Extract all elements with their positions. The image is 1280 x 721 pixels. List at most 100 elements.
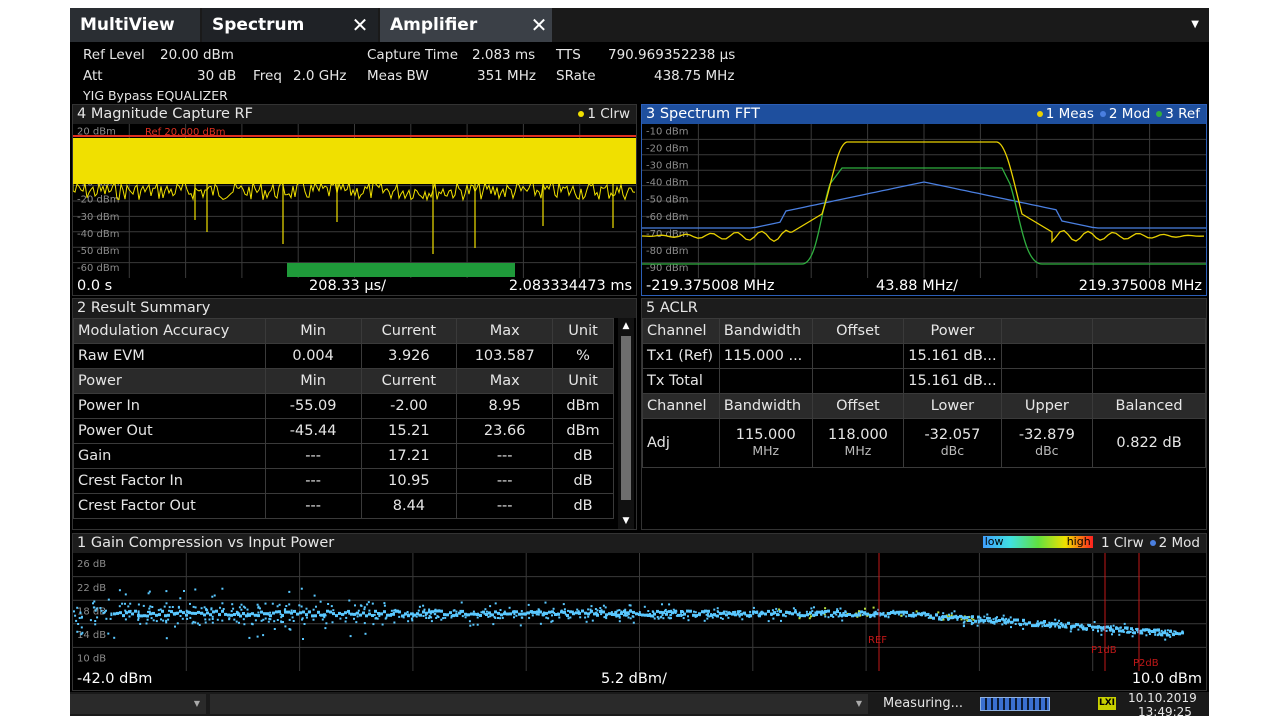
table-cell: 15.161 dB... [903, 343, 1002, 369]
scatter-point [515, 614, 518, 617]
status-dropdown-left[interactable]: ▼ [70, 694, 206, 714]
scatter-point [221, 587, 224, 590]
scatter-point [278, 603, 281, 606]
table-row[interactable]: Tx1 (Ref) 115.000 ... 15.161 dB... [642, 343, 1206, 369]
fft-grid [642, 124, 1206, 278]
close-amplifier-tab-icon[interactable]: ✕ [525, 8, 553, 42]
magnitude-plot[interactable]: 20 dBm10 dBm0 dBm-10 dBm-20 dBm-30 dBm-4… [73, 124, 636, 278]
result-summary-scrollbar[interactable]: ▲ ▼ [618, 318, 634, 529]
scatter-point [398, 615, 401, 618]
close-spectrum-tab-icon[interactable]: ✕ [346, 8, 374, 42]
srate-value: 438.75 MHz [654, 68, 735, 84]
table-row[interactable]: Crest Factor Out --- 8.44 --- dB [73, 493, 614, 519]
scatter-point [1164, 638, 1167, 641]
header-cell [1092, 318, 1206, 344]
table-row[interactable]: Gain --- 17.21 --- dB [73, 443, 614, 469]
scatter-point [254, 619, 257, 622]
scatter-point [1010, 620, 1013, 624]
scroll-up-icon[interactable]: ▲ [618, 318, 634, 334]
gain-compression-panel[interactable]: 1 Gain Compression vs Input Power low hi… [72, 533, 1207, 691]
fft-x-axis: -219.375008 MHz 43.88 MHz/ 219.375008 MH… [642, 278, 1206, 295]
scatter-point [416, 612, 419, 616]
scatter-point [157, 609, 160, 612]
scatter-point [1172, 633, 1175, 637]
header-cell: Unit [552, 368, 614, 394]
scatter-point [208, 618, 211, 621]
scatter-point [383, 602, 386, 605]
gain-markers[interactable]: REF P1dB P2dB [868, 553, 1159, 671]
gain-compression-plot[interactable]: 26 dB22 dB18 dB14 dB10 dB REF P1dB P2dB [73, 553, 1206, 671]
scatter-point [165, 637, 168, 640]
scatter-point [770, 612, 773, 616]
capture-range-bar[interactable] [287, 263, 515, 277]
aclr-panel[interactable]: 5 ACLR Channel Bandwidth Offset Power Tx… [641, 298, 1207, 530]
result-summary-panel[interactable]: 2 Result Summary Modulation Accuracy Min… [72, 298, 637, 530]
scatter-point [703, 619, 706, 622]
magnitude-capture-panel[interactable]: 4 Magnitude Capture RF 1 Clrw 20 dBm10 d… [72, 104, 637, 296]
tab-multiview[interactable]: MultiView [70, 8, 200, 65]
scatter-point [353, 612, 356, 616]
scatter-point [706, 617, 709, 620]
scatter-point [983, 619, 986, 623]
fft-plot[interactable]: -10 dBm -20 dBm -30 dBm -40 dBm -50 dBm -60 d… [642, 124, 1206, 278]
scatter-point [887, 616, 890, 619]
scatter-point [428, 610, 431, 614]
y-tick-label: -60 dBm [646, 212, 688, 223]
scatter-point [453, 609, 456, 612]
scatter-point [356, 611, 359, 615]
scatter-point [1100, 626, 1103, 630]
scatter-point [618, 609, 621, 612]
scatter-point [983, 615, 986, 618]
table-row[interactable]: Adj 115.000 MHz 118.000 MHz -32.057 dBc -32… [642, 418, 1206, 468]
scatter-point [653, 617, 656, 620]
scatter-point [218, 613, 221, 617]
scatter-point [731, 612, 734, 616]
scatter-point [587, 612, 590, 616]
scatter-point [1091, 625, 1094, 629]
scatter-point [151, 606, 154, 608]
table-cell: dB [552, 493, 614, 519]
table-row[interactable]: Power In -55.09 -2.00 8.95 dBm [73, 393, 614, 419]
scatter-point [578, 611, 581, 615]
table-row[interactable]: Raw EVM 0.004 3.926 103.587 % [73, 343, 614, 369]
status-message-field[interactable]: ▼ [210, 694, 868, 714]
header-cell: Lower [903, 393, 1002, 419]
header-cell: Channel [642, 393, 720, 419]
scatter-point [900, 614, 903, 617]
scatter-point [236, 611, 239, 615]
table-row[interactable]: Tx Total 15.161 dB... [642, 368, 1206, 394]
scatter-point [569, 610, 572, 614]
scatter-point [489, 605, 492, 608]
scatter-point [602, 610, 605, 614]
gain-title-text: 1 Gain Compression vs Input Power [77, 535, 335, 551]
scatter-point [392, 612, 395, 616]
scatter-point [544, 601, 547, 604]
table-row[interactable]: Power Out -45.44 15.21 23.66 dBm [73, 418, 614, 444]
scrollbar-thumb[interactable] [621, 336, 631, 500]
scatter-point [560, 610, 563, 614]
y-tick-label: -10 dBm [646, 126, 688, 137]
scatter-point [680, 610, 683, 613]
scatter-point [341, 612, 344, 616]
scatter-point [841, 619, 844, 622]
scatter-point [1014, 623, 1017, 625]
table-row[interactable]: Crest Factor In --- 10.95 --- dB [73, 468, 614, 494]
table-cell: 8.44 [360, 493, 458, 519]
scatter-point [152, 611, 155, 615]
yig-equalizer-text: YIG Bypass EQUALIZER [83, 88, 228, 103]
tab-menu-arrow-icon[interactable]: ▼ [1191, 8, 1199, 42]
scatter-point [179, 615, 182, 617]
scatter-point [79, 611, 82, 614]
scatter-point [482, 610, 485, 614]
scatter-point [944, 615, 947, 619]
scatter-point [152, 619, 155, 622]
scatter-point [390, 609, 393, 612]
scatter-point [476, 623, 479, 626]
scroll-down-icon[interactable]: ▼ [618, 513, 634, 529]
scatter-point [1148, 629, 1151, 633]
header-cell: Upper [1000, 393, 1094, 419]
mag-x-div: 208.33 µs/ [309, 278, 387, 294]
scatter-point [211, 621, 214, 624]
spectrum-fft-panel[interactable]: 3 Spectrum FFT 1 Meas 2 Mod 3 Ref -10 dBm -… [641, 104, 1207, 296]
scatter-point [433, 613, 436, 616]
